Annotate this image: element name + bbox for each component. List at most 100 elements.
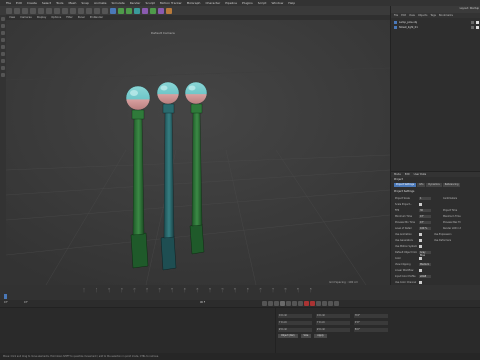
x-axis-icon[interactable] — [54, 7, 60, 14]
scale-icon[interactable] — [38, 7, 44, 14]
object-row[interactable]: Street_light_01 — [394, 25, 479, 29]
field-value[interactable]: 0 F — [419, 220, 431, 224]
undo-icon[interactable] — [6, 7, 12, 14]
field-checkbox[interactable] — [419, 202, 422, 206]
points-mode-icon[interactable] — [1, 38, 5, 42]
start-frame-field[interactable]: 0 F — [24, 301, 28, 304]
edges-mode-icon[interactable] — [1, 45, 5, 49]
menu-item-file[interactable]: File — [6, 1, 11, 5]
perspective-viewport[interactable]: Default Camera Grid Spacing : 100 cm — [6, 20, 390, 285]
go-to-end-icon[interactable] — [298, 301, 303, 306]
y-axis-icon[interactable] — [62, 7, 68, 14]
viewport-menu-options[interactable]: Options — [51, 16, 61, 19]
select-icon[interactable] — [22, 7, 28, 14]
snap-icon[interactable] — [1, 66, 5, 70]
viewport-menu-display[interactable]: Display — [37, 16, 47, 19]
current-frame-field[interactable]: 0 F — [4, 301, 8, 304]
coordinate-field[interactable]: X 0 cm — [278, 313, 312, 318]
menu-item-mograph[interactable]: MoGraph — [187, 1, 201, 5]
field-checkbox[interactable] — [419, 268, 422, 272]
menu-item-animate[interactable]: Animate — [94, 1, 107, 5]
object-row[interactable]: Lamp_pole.obj — [394, 20, 479, 24]
next-frame-icon[interactable] — [286, 301, 291, 306]
attribute-menu-edit[interactable]: Edit — [405, 173, 410, 176]
attribute-menu-user-data[interactable]: User Data — [414, 173, 426, 176]
menu-item-help[interactable]: Help — [288, 1, 295, 5]
viewport-menu-cameras[interactable]: Cameras — [20, 16, 32, 19]
light-icon[interactable] — [166, 7, 172, 14]
position-key-icon[interactable] — [322, 301, 327, 306]
material-manager[interactable] — [0, 308, 276, 354]
field-value[interactable]: Medium — [419, 262, 431, 266]
coordinate-mode-dropdown[interactable]: Object (Rel) — [278, 334, 298, 338]
visibility-icon[interactable] — [471, 25, 474, 29]
floor-icon[interactable] — [150, 7, 156, 14]
attribute-tab[interactable]: Project Settings — [394, 183, 417, 187]
apply-button[interactable]: Apply — [314, 334, 327, 338]
model-mode-icon[interactable] — [1, 24, 5, 28]
viewport-menu-panel[interactable]: Panel — [78, 16, 85, 19]
rotation-key-icon[interactable] — [334, 301, 339, 306]
playhead[interactable] — [4, 294, 7, 299]
object-menu-bookmarks[interactable]: Bookmarks — [439, 14, 453, 17]
redo-icon[interactable] — [14, 7, 20, 14]
visibility-icon[interactable] — [471, 20, 474, 24]
array-icon[interactable] — [134, 7, 140, 14]
attribute-menu-mode[interactable]: Mode — [394, 173, 401, 176]
record-icon[interactable] — [304, 301, 309, 306]
autokey-icon[interactable] — [310, 301, 315, 306]
field-value[interactable]: 0 F — [419, 214, 431, 218]
coordinate-field[interactable]: H 0° — [354, 313, 388, 318]
render-view-icon[interactable] — [86, 7, 92, 14]
field-checkbox[interactable] — [419, 280, 422, 284]
menu-item-select[interactable]: Select — [42, 1, 51, 5]
texture-mode-icon[interactable] — [1, 31, 5, 35]
menu-item-script[interactable]: Script — [258, 1, 267, 5]
timeline[interactable]: 0 5 10 15 20 25 30 35 40 45 50 55 60 65 70 75 80 85 90 — [0, 285, 480, 300]
menu-item-mesh[interactable]: Mesh — [68, 1, 76, 5]
attribute-tab[interactable]: Referencing — [442, 183, 461, 187]
field-value[interactable]: 1 — [419, 196, 431, 200]
field-value[interactable]: Gray Blue — [419, 250, 431, 257]
object-menu-objects[interactable]: Objects — [418, 14, 427, 17]
menu-item-tools[interactable]: Tools — [56, 1, 63, 5]
make-editable-icon[interactable] — [1, 17, 5, 21]
end-frame-field[interactable]: 90 F — [200, 301, 205, 304]
coordinate-field[interactable]: B 0° — [354, 327, 388, 332]
menu-item-snap[interactable]: Snap — [81, 1, 89, 5]
menu-item-create[interactable]: Create — [27, 1, 37, 5]
keyframe-selection-icon[interactable] — [316, 301, 321, 306]
cube-icon[interactable] — [110, 7, 116, 14]
viewport-menu-view[interactable]: View — [9, 16, 15, 19]
object-menu-tags[interactable]: Tags — [430, 14, 436, 17]
field-value[interactable]: 30 — [419, 208, 431, 212]
attribute-tab[interactable]: Info — [417, 183, 426, 187]
menu-item-character[interactable]: Character — [205, 1, 220, 5]
menu-item-render[interactable]: Render — [130, 1, 141, 5]
viewport-menu-prorender[interactable]: ProRender — [90, 16, 103, 19]
field-checkbox[interactable] — [419, 244, 422, 248]
z-axis-icon[interactable] — [70, 7, 76, 14]
field-value[interactable]: 100 % — [419, 226, 431, 230]
attribute-tab[interactable]: Dynamics — [426, 183, 442, 187]
field-checkbox[interactable] — [419, 256, 422, 260]
camera-icon[interactable] — [158, 7, 164, 14]
viewport-menu-filter[interactable]: Filter — [66, 16, 72, 19]
material-tag-icon[interactable] — [476, 25, 479, 29]
menu-item-pipeline[interactable]: Pipeline — [225, 1, 237, 5]
workplane-icon[interactable] — [1, 73, 5, 77]
subdivision-icon[interactable] — [126, 7, 132, 14]
previous-frame-icon[interactable] — [274, 301, 279, 306]
menu-item-plugins[interactable]: Plugins — [242, 1, 253, 5]
layout-label[interactable]: Layout: Startup — [460, 7, 479, 10]
coordinate-system-icon[interactable] — [78, 7, 84, 14]
field-value[interactable]: sRGB — [419, 274, 431, 278]
size-mode-dropdown[interactable]: Size — [300, 334, 312, 338]
object-menu-edit[interactable]: Edit — [401, 14, 406, 17]
coordinate-field[interactable]: Y 0 cm — [278, 320, 312, 325]
field-checkbox[interactable] — [419, 238, 422, 242]
timeline-ruler[interactable]: 0 5 10 15 20 25 30 35 40 45 50 55 60 65 70 75 80 85 90 — [6, 287, 390, 293]
coordinate-field[interactable]: Z 0 cm — [316, 327, 350, 332]
scale-key-icon[interactable] — [328, 301, 333, 306]
menu-item-window[interactable]: Window — [271, 1, 283, 5]
